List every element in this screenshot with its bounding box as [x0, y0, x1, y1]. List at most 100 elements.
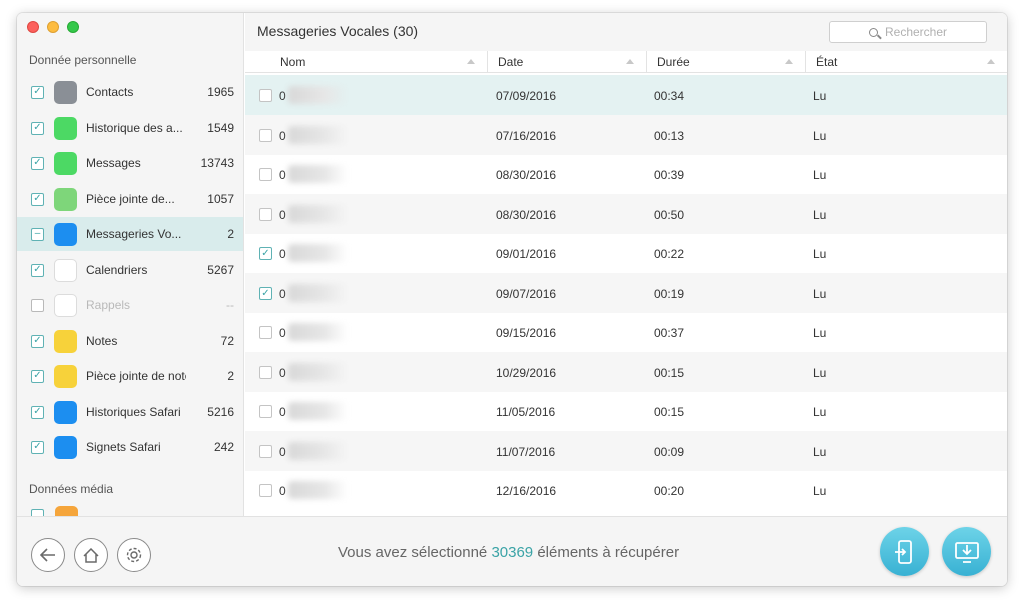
row-checkbox[interactable]	[259, 365, 272, 379]
search-input[interactable]: Rechercher	[829, 21, 987, 43]
redacted-name-blur	[288, 86, 348, 104]
sidebar-item-label: Signets Safari	[86, 440, 161, 454]
table-row[interactable]: 0 10/29/2016 00:15 Lu	[245, 351, 1007, 392]
page-title: Messageries Vocales (30)	[257, 23, 419, 39]
row-name: 0	[279, 405, 286, 419]
table-row[interactable]: 0 11/05/2016 00:15 Lu	[245, 391, 1007, 431]
row-date: 12/16/2016	[496, 484, 557, 498]
close-window-button[interactable]	[27, 21, 39, 33]
table-header: Nom Date Durée État	[245, 51, 1007, 73]
sidebar-item-checkbox[interactable]: ✓	[31, 121, 44, 135]
media-checkbox[interactable]	[31, 509, 44, 516]
table-row[interactable]: 0 08/30/2016 00:50 Lu	[245, 193, 1007, 234]
row-name: 0	[279, 484, 286, 498]
row-date: 09/01/2016	[496, 247, 557, 261]
sidebar-item-label: Pièce jointe de note	[86, 369, 186, 383]
media-app-icon	[55, 506, 78, 516]
section-media-data: Données média	[29, 482, 114, 496]
section-personal-data: Donnée personnelle	[29, 53, 137, 67]
recover-to-computer-button[interactable]	[942, 527, 991, 576]
row-date: 07/16/2016	[496, 128, 557, 143]
sidebar-item-checkbox[interactable]: ✓	[31, 263, 44, 277]
sidebar-item-count: 2	[227, 369, 234, 383]
sidebar-item[interactable]: ✓ Contacts 1965	[17, 75, 243, 109]
redacted-name-blur	[288, 204, 348, 223]
sidebar-item-count: 1057	[207, 192, 234, 206]
main-header: Messageries Vocales (30) Rechercher	[245, 13, 1007, 51]
sidebar-item-checkbox[interactable]: ✓	[31, 369, 44, 383]
sidebar-item[interactable]: ✓ Messages 13743	[17, 146, 243, 180]
sidebar-item[interactable]: ✓ Pièce jointe de note 2	[17, 359, 243, 393]
row-checkbox[interactable]	[259, 207, 272, 221]
sidebar-item-checkbox[interactable]: ✓	[31, 334, 44, 348]
sidebar-item-checkbox[interactable]: ✓	[31, 405, 44, 419]
table-row[interactable]: 0 08/30/2016 00:39 Lu	[245, 154, 1007, 194]
sidebar-item-count: 72	[220, 334, 234, 348]
sidebar-item[interactable]: ✓ Calendriers 5267	[17, 253, 243, 287]
sidebar-item-checkbox[interactable]: –	[31, 227, 44, 241]
sidebar-item-checkbox[interactable]: ✓	[31, 440, 44, 454]
sidebar-item[interactable]: ✓ Historiques Safari 5216	[17, 395, 243, 429]
row-date: 08/30/2016	[496, 168, 557, 182]
redacted-name-blur	[288, 481, 348, 499]
column-header-date[interactable]: Date	[488, 51, 647, 73]
sidebar-item[interactable]: ✓ Pièce jointe de... 1057	[17, 182, 243, 216]
calendar-icon	[54, 258, 77, 282]
settings-button[interactable]	[117, 538, 151, 572]
back-button[interactable]	[31, 538, 65, 572]
minimize-window-button[interactable]	[47, 21, 59, 33]
sidebar-item-checkbox[interactable]	[31, 298, 44, 312]
sort-arrow-icon	[626, 59, 634, 64]
table-row[interactable]: 0 09/15/2016 00:37 Lu	[245, 312, 1007, 352]
redacted-name-blur	[288, 402, 348, 420]
row-state: Lu	[813, 484, 827, 498]
row-duration: 00:15	[654, 405, 685, 419]
messages-icon	[54, 151, 77, 175]
table-row[interactable]: 0 11/07/2016 00:09 Lu	[245, 430, 1007, 471]
table-row[interactable]: 0 07/09/2016 00:34 Lu	[245, 75, 1007, 115]
table-row[interactable]: ✓ 0 09/07/2016 00:19 Lu	[245, 272, 1007, 313]
table-row[interactable]: ✓ 0 09/01/2016 00:22 Lu	[245, 233, 1007, 273]
row-checkbox[interactable]	[259, 484, 272, 497]
row-checkbox[interactable]	[259, 326, 272, 339]
column-header-name[interactable]: Nom	[245, 51, 488, 73]
sidebar-item-checkbox[interactable]: ✓	[31, 192, 44, 206]
sidebar-item[interactable]: ✓ Signets Safari 242	[17, 430, 243, 464]
sidebar-item-count: 5216	[207, 405, 234, 419]
recover-to-device-button[interactable]	[880, 527, 929, 576]
redacted-name-blur	[288, 441, 348, 460]
sidebar-item-checkbox[interactable]: ✓	[31, 85, 44, 99]
sidebar-item[interactable]: ✓ Notes 72	[17, 324, 243, 358]
status-suffix: éléments à récupérer	[533, 544, 680, 561]
redacted-name-blur	[288, 283, 348, 302]
sidebar-item[interactable]: ✓ Historique des a... 1549	[17, 111, 243, 145]
zoom-window-button[interactable]	[67, 21, 79, 33]
row-checkbox[interactable]: ✓	[259, 247, 272, 260]
table-row[interactable]: 0 07/16/2016 00:13 Lu	[245, 114, 1007, 155]
table-row[interactable]: 0 12/16/2016 00:20 Lu	[245, 470, 1007, 510]
sidebar-item[interactable]: – Messageries Vo... 2	[17, 217, 243, 251]
row-checkbox[interactable]	[259, 444, 272, 458]
sidebar-item-checkbox[interactable]: ✓	[31, 156, 44, 170]
phone-icon	[54, 116, 77, 140]
row-checkbox[interactable]	[259, 405, 272, 418]
row-state: Lu	[813, 168, 827, 182]
sidebar-item-label: Historique des a...	[86, 121, 183, 135]
sidebar-item[interactable]: Rappels --	[17, 288, 243, 322]
row-checkbox[interactable]	[259, 128, 272, 142]
column-header-duration[interactable]: Durée	[647, 51, 806, 73]
row-duration: 00:20	[654, 484, 685, 498]
sidebar-item-label: Rappels	[86, 298, 131, 312]
row-checkbox[interactable]	[259, 168, 272, 181]
message-attachment-icon	[54, 187, 77, 211]
row-duration: 00:39	[654, 168, 685, 182]
row-duration: 00:34	[654, 89, 685, 103]
row-name: 0	[279, 444, 286, 459]
home-button[interactable]	[74, 538, 108, 572]
column-header-state[interactable]: État	[806, 51, 1007, 73]
row-checkbox[interactable]: ✓	[259, 286, 272, 300]
row-checkbox[interactable]	[259, 89, 272, 102]
row-date: 10/29/2016	[496, 365, 557, 380]
row-name: 0	[279, 128, 286, 143]
redacted-name-blur	[288, 362, 348, 381]
